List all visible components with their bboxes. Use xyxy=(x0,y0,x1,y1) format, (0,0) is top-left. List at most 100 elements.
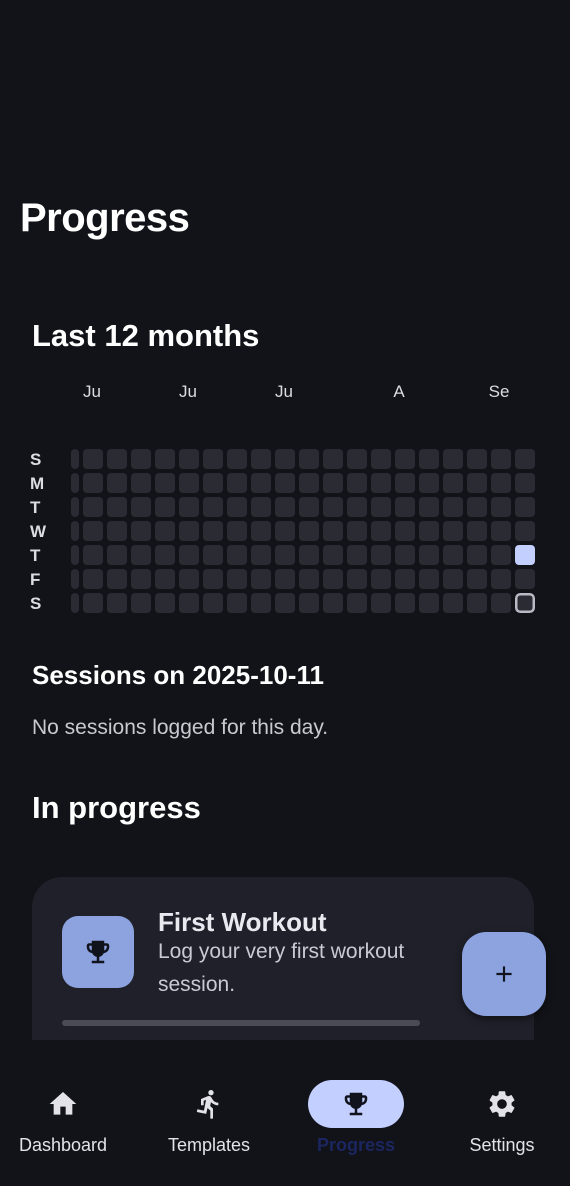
heatmap-cell[interactable] xyxy=(299,593,319,613)
heatmap-cell[interactable] xyxy=(155,473,175,493)
heatmap-cell[interactable] xyxy=(179,593,199,613)
heatmap-cell[interactable] xyxy=(323,473,343,493)
heatmap-cell[interactable] xyxy=(71,473,79,493)
heatmap-cell[interactable] xyxy=(203,593,223,613)
heatmap-cell[interactable] xyxy=(251,569,271,589)
heatmap-cell[interactable] xyxy=(71,545,79,565)
heatmap-cell[interactable] xyxy=(515,497,535,517)
heatmap-cell[interactable] xyxy=(419,449,439,469)
heatmap-cell[interactable] xyxy=(83,449,103,469)
heatmap-cell[interactable] xyxy=(227,593,247,613)
heatmap-cell[interactable] xyxy=(467,569,487,589)
heatmap-cell[interactable] xyxy=(371,473,391,493)
heatmap-cell[interactable] xyxy=(83,545,103,565)
heatmap-cell-logged[interactable] xyxy=(515,545,535,565)
heatmap-cell[interactable] xyxy=(71,521,79,541)
heatmap-cell[interactable] xyxy=(347,497,367,517)
heatmap-cell[interactable] xyxy=(179,473,199,493)
heatmap-cell[interactable] xyxy=(323,569,343,589)
heatmap-cell[interactable] xyxy=(467,473,487,493)
heatmap-cell[interactable] xyxy=(83,593,103,613)
heatmap-cell[interactable] xyxy=(491,545,511,565)
heatmap-cell[interactable] xyxy=(443,497,463,517)
heatmap-cell[interactable] xyxy=(83,473,103,493)
heatmap-cell[interactable] xyxy=(275,521,295,541)
heatmap-cell[interactable] xyxy=(299,497,319,517)
heatmap-cell[interactable] xyxy=(515,569,535,589)
heatmap-cell[interactable] xyxy=(467,545,487,565)
heatmap-cell[interactable] xyxy=(275,545,295,565)
heatmap-cell[interactable] xyxy=(395,521,415,541)
heatmap-cell[interactable] xyxy=(275,593,295,613)
heatmap-cell[interactable] xyxy=(155,569,175,589)
heatmap-cell[interactable] xyxy=(347,449,367,469)
nav-item-progress[interactable]: Progress xyxy=(285,1068,427,1186)
heatmap-cell[interactable] xyxy=(491,521,511,541)
heatmap-cell[interactable] xyxy=(419,473,439,493)
heatmap-cell[interactable] xyxy=(395,545,415,565)
heatmap-cell[interactable] xyxy=(107,449,127,469)
heatmap-cell[interactable] xyxy=(299,473,319,493)
heatmap-cell[interactable] xyxy=(443,473,463,493)
heatmap-cell[interactable] xyxy=(491,569,511,589)
heatmap-cell[interactable] xyxy=(71,569,79,589)
heatmap-cell[interactable] xyxy=(227,545,247,565)
heatmap-cell[interactable] xyxy=(155,497,175,517)
heatmap-cell[interactable] xyxy=(467,449,487,469)
heatmap-cell[interactable] xyxy=(179,569,199,589)
heatmap-cell[interactable] xyxy=(251,497,271,517)
heatmap-cell[interactable] xyxy=(155,545,175,565)
nav-item-templates[interactable]: Templates xyxy=(138,1068,280,1186)
heatmap-cell[interactable] xyxy=(155,521,175,541)
heatmap-cell[interactable] xyxy=(179,521,199,541)
heatmap-cell[interactable] xyxy=(395,449,415,469)
heatmap-cell[interactable] xyxy=(251,449,271,469)
heatmap-cell[interactable] xyxy=(251,521,271,541)
heatmap-cell[interactable] xyxy=(395,497,415,517)
heatmap-cell[interactable] xyxy=(515,449,535,469)
heatmap-cell[interactable] xyxy=(203,449,223,469)
heatmap-cell[interactable] xyxy=(419,497,439,517)
heatmap-cell[interactable] xyxy=(395,473,415,493)
heatmap-cell[interactable] xyxy=(71,497,79,517)
heatmap-cell[interactable] xyxy=(299,545,319,565)
heatmap-cell[interactable] xyxy=(347,521,367,541)
heatmap-cell[interactable] xyxy=(251,545,271,565)
heatmap-cell[interactable] xyxy=(443,593,463,613)
heatmap-cell[interactable] xyxy=(347,545,367,565)
heatmap-cell[interactable] xyxy=(203,545,223,565)
heatmap-cell[interactable] xyxy=(347,569,367,589)
heatmap-cell[interactable] xyxy=(131,473,151,493)
heatmap-cell[interactable] xyxy=(467,593,487,613)
heatmap-cell[interactable] xyxy=(515,521,535,541)
heatmap-cell[interactable] xyxy=(131,545,151,565)
heatmap-cell[interactable] xyxy=(179,497,199,517)
heatmap-cell[interactable] xyxy=(467,497,487,517)
heatmap-cell[interactable] xyxy=(371,593,391,613)
heatmap-cell[interactable] xyxy=(107,497,127,517)
heatmap-cell[interactable] xyxy=(227,497,247,517)
heatmap-cell[interactable] xyxy=(107,473,127,493)
heatmap-cell[interactable] xyxy=(131,569,151,589)
heatmap-cell[interactable] xyxy=(323,521,343,541)
heatmap-cell[interactable] xyxy=(107,593,127,613)
heatmap-cell[interactable] xyxy=(251,473,271,493)
heatmap-cell[interactable] xyxy=(515,473,535,493)
heatmap-cell[interactable] xyxy=(227,569,247,589)
heatmap-cell[interactable] xyxy=(275,497,295,517)
heatmap-cell[interactable] xyxy=(323,545,343,565)
heatmap-cell[interactable] xyxy=(155,449,175,469)
heatmap-cell[interactable] xyxy=(131,497,151,517)
heatmap-cell[interactable] xyxy=(491,593,511,613)
heatmap-cell[interactable] xyxy=(179,545,199,565)
heatmap-cell[interactable] xyxy=(347,593,367,613)
heatmap-cell[interactable] xyxy=(323,449,343,469)
heatmap-cell[interactable] xyxy=(227,521,247,541)
heatmap-cell[interactable] xyxy=(419,593,439,613)
heatmap-cell[interactable] xyxy=(227,473,247,493)
heatmap-cell[interactable] xyxy=(443,449,463,469)
heatmap-cell[interactable] xyxy=(83,521,103,541)
heatmap-cell[interactable] xyxy=(419,569,439,589)
heatmap-cell[interactable] xyxy=(71,449,79,469)
heatmap-cell[interactable] xyxy=(131,593,151,613)
